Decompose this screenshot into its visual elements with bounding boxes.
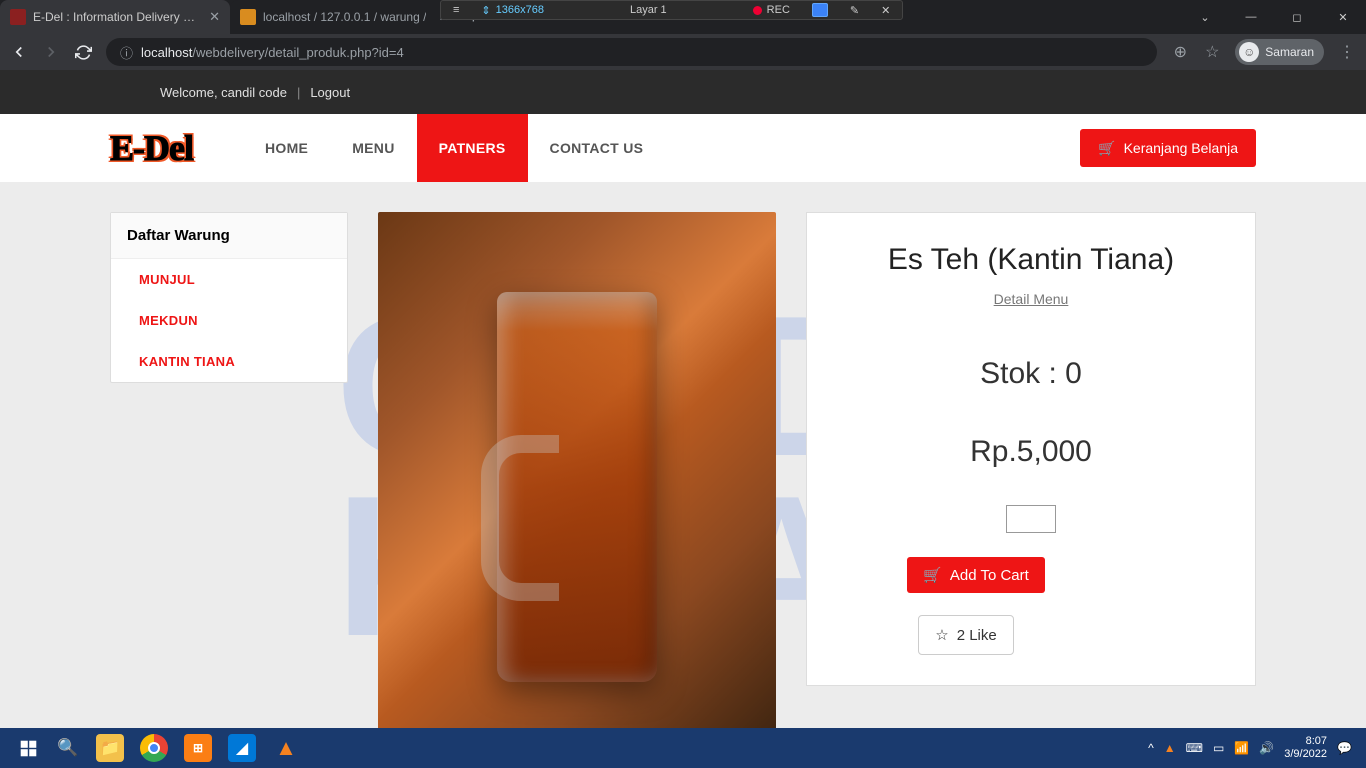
site-logo[interactable]: E-Del [110, 127, 193, 169]
forward-icon [42, 43, 60, 61]
screen-label: Layar 1 [560, 4, 737, 16]
add-to-cart-label: Add To Cart [950, 567, 1029, 584]
welcome-bar: Welcome, candil code | Logout [0, 70, 1366, 114]
tray-keyboard-icon[interactable]: ⌨ [1186, 741, 1203, 755]
favicon-icon [240, 9, 256, 25]
nav-menu[interactable]: MENU [330, 114, 416, 182]
logout-link[interactable]: Logout [310, 85, 350, 100]
taskbar-app-vscode[interactable]: ◢ [220, 728, 264, 768]
star-icon: ☆ [935, 626, 948, 644]
url-path: /webdelivery/detail_produk.php?id=4 [192, 45, 403, 60]
reload-icon[interactable] [74, 43, 92, 61]
profile-button[interactable]: ☺ Samaran [1235, 39, 1324, 65]
record-icon [753, 6, 762, 15]
url-input[interactable]: ⓘ localhost/webdelivery/detail_produk.ph… [106, 38, 1157, 66]
taskbar-app-xampp[interactable]: ⊞ [176, 728, 220, 768]
start-button[interactable] [8, 728, 48, 768]
taskbar-app-chrome[interactable] [132, 728, 176, 768]
rec-label: REC [767, 4, 790, 16]
system-tray: ^ ▲ ⌨ ▭ 📶 🔊 8:07 3/9/2022 💬 [1148, 735, 1358, 761]
pencil-icon[interactable]: ✎ [844, 4, 865, 17]
screen-recorder-toolbar[interactable]: ≡ ⇕ 1366x768 Layar 1 REC ✎ ✕ [440, 0, 903, 20]
translate-icon[interactable]: ⊕ [1171, 43, 1189, 61]
url-domain: localhost [141, 45, 192, 60]
windows-taskbar: 🔍 📁 ⊞ ◢ ▲ ^ ▲ ⌨ ▭ 📶 🔊 8:07 3/9/2022 💬 [0, 728, 1366, 768]
main-nav: HOME MENU PATNERS CONTACT US [243, 114, 665, 182]
welcome-text: Welcome, candil code [160, 85, 287, 100]
detail-menu-link[interactable]: Detail Menu [994, 291, 1069, 307]
search-icon[interactable]: 🔍 [48, 728, 88, 768]
tab-title: localhost / 127.0.0.1 / warung / [263, 10, 426, 24]
stock-label: Stok : 0 [827, 357, 1235, 391]
bookmark-star-icon[interactable]: ☆ [1203, 43, 1221, 61]
tab-title: E-Del : Information Delivery Orde [33, 10, 197, 24]
window-close-icon[interactable]: ✕ [1320, 0, 1366, 34]
product-title: Es Teh (Kantin Tiana) [827, 243, 1235, 277]
product-image [378, 212, 776, 728]
sidebar-item-munjul[interactable]: MUNJUL [111, 259, 347, 300]
kebab-menu-icon[interactable]: ⋮ [1338, 43, 1356, 61]
tray-wifi-icon[interactable]: 📶 [1234, 741, 1249, 755]
nav-home[interactable]: HOME [243, 114, 330, 182]
resolution-label: 1366x768 [496, 4, 544, 16]
sidebar-title: Daftar Warung [111, 213, 347, 259]
taskbar-app-explorer[interactable]: 📁 [88, 728, 132, 768]
info-icon: ⓘ [120, 43, 133, 62]
nav-contact[interactable]: CONTACT US [528, 114, 666, 182]
window-maximize-icon[interactable]: ◻ [1274, 0, 1320, 34]
tray-vlc-icon[interactable]: ▲ [1164, 741, 1176, 755]
shopping-cart-button[interactable]: 🛒 Keranjang Belanja [1080, 129, 1256, 167]
back-icon[interactable] [10, 43, 28, 61]
tray-chevron-icon[interactable]: ^ [1148, 741, 1154, 755]
sidebar-item-mekdun[interactable]: MEKDUN [111, 300, 347, 341]
browser-tab-active[interactable]: E-Del : Information Delivery Orde ✕ [0, 0, 230, 34]
quantity-input[interactable] [1006, 505, 1056, 533]
close-recorder-icon[interactable]: ✕ [875, 4, 896, 17]
product-panel: Es Teh (Kantin Tiana) Detail Menu Stok :… [806, 212, 1256, 686]
cart-icon: 🛒 [1098, 140, 1115, 157]
clock[interactable]: 8:07 3/9/2022 [1284, 735, 1327, 761]
like-label: 2 Like [957, 627, 997, 644]
notifications-icon[interactable]: 💬 [1337, 741, 1352, 755]
monitor-icon[interactable] [812, 3, 828, 17]
price-label: Rp.5,000 [827, 435, 1235, 469]
sidebar: Daftar Warung MUNJUL MEKDUN KANTIN TIANA [110, 212, 348, 383]
time-label: 8:07 [1284, 735, 1327, 748]
site-header: E-Del HOME MENU PATNERS CONTACT US 🛒 Ker… [0, 114, 1366, 182]
cart-button-label: Keranjang Belanja [1124, 140, 1238, 156]
favicon-icon [10, 9, 26, 25]
tab-close-icon[interactable]: ✕ [209, 9, 220, 25]
add-to-cart-button[interactable]: 🛒 Add To Cart [907, 557, 1045, 593]
sidebar-item-kantin-tiana[interactable]: KANTIN TIANA [111, 341, 347, 382]
browser-tab-inactive[interactable]: localhost / 127.0.0.1 / warung / ✕ [230, 0, 459, 34]
date-label: 3/9/2022 [1284, 748, 1327, 761]
profile-name: Samaran [1265, 45, 1314, 59]
browser-addressbar: ⓘ localhost/webdelivery/detail_produk.ph… [0, 34, 1366, 70]
avatar-icon: ☺ [1239, 42, 1259, 62]
tray-battery-icon[interactable]: ▭ [1213, 741, 1224, 755]
like-button[interactable]: ☆ 2 Like [918, 615, 1013, 655]
nav-partners[interactable]: PATNERS [417, 114, 528, 182]
taskbar-app-vlc[interactable]: ▲ [264, 728, 308, 768]
chevron-down-icon[interactable]: ⌄ [1182, 0, 1228, 34]
cart-icon: 🛒 [923, 566, 942, 584]
window-minimize-icon[interactable]: ― [1228, 0, 1274, 34]
tray-volume-icon[interactable]: 🔊 [1259, 741, 1274, 755]
